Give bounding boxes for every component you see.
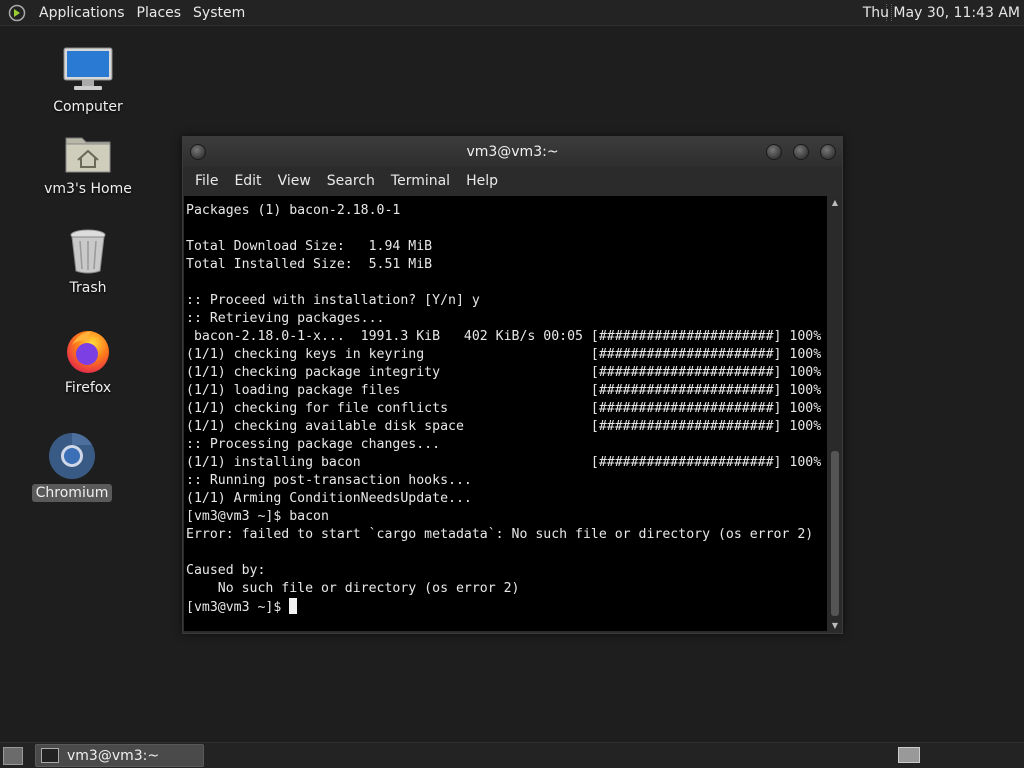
- desktop-icon-home[interactable]: vm3's Home: [33, 126, 143, 198]
- terminal-line: (1/1) checking for file conflicts [#####…: [186, 401, 822, 416]
- terminal-output[interactable]: Packages (1) bacon-2.18.0-1 Total Downlo…: [184, 196, 827, 631]
- text-cursor: [289, 598, 298, 614]
- window-titlebar[interactable]: vm3@vm3:~: [183, 137, 842, 167]
- terminal-line: (1/1) Arming ConditionNeedsUpdate...: [186, 491, 472, 506]
- menu-edit[interactable]: Edit: [226, 173, 269, 189]
- menu-view[interactable]: View: [270, 173, 319, 189]
- scroll-up-icon[interactable]: ▲: [829, 196, 841, 208]
- workspace-switcher[interactable]: [898, 747, 920, 763]
- show-desktop-icon[interactable]: [3, 747, 23, 765]
- desktop-icon-label: Chromium: [31, 484, 113, 502]
- firefox-icon: [60, 325, 116, 377]
- terminal-line: Total Installed Size: 5.51 MiB: [186, 257, 433, 272]
- top-panel: Applications Places System Thu May 30, 1…: [0, 0, 1024, 26]
- desktop-icon-trash[interactable]: Trash: [33, 225, 143, 297]
- menu-file[interactable]: File: [187, 173, 226, 189]
- terminal-line: No such file or directory (os error 2): [186, 581, 520, 596]
- desktop-icon-label: Computer: [53, 99, 123, 115]
- home-folder-icon: [60, 126, 116, 178]
- terminal-window[interactable]: vm3@vm3:~ File Edit View Search Terminal…: [182, 136, 843, 634]
- menu-help[interactable]: Help: [458, 173, 506, 189]
- terminal-prompt: [vm3@vm3 ~]$: [186, 600, 290, 615]
- distro-logo-icon[interactable]: [7, 3, 27, 23]
- clock[interactable]: Thu May 30, 11:43 AM: [863, 0, 1020, 25]
- terminal-line: [vm3@vm3 ~]$ bacon: [186, 509, 329, 524]
- terminal-icon: [41, 748, 59, 763]
- terminal-line: (1/1) checking keys in keyring [########…: [186, 347, 822, 362]
- window-menu-button[interactable]: [190, 144, 206, 160]
- bottom-panel: vm3@vm3:~: [0, 742, 1024, 768]
- terminal-line: Error: failed to start `cargo metadata`:…: [186, 527, 814, 542]
- terminal-line: :: Running post-transaction hooks...: [186, 473, 472, 488]
- desktop-icon-firefox[interactable]: Firefox: [33, 325, 143, 397]
- desktop-icon-computer[interactable]: Computer: [33, 44, 143, 116]
- menu-terminal[interactable]: Terminal: [383, 173, 458, 189]
- desktop-icon-label: vm3's Home: [44, 181, 132, 197]
- terminal-line: Caused by:: [186, 563, 266, 578]
- terminal-line: :: Retrieving packages...: [186, 311, 385, 326]
- terminal-line: :: Proceed with installation? [Y/n] y: [186, 293, 480, 308]
- terminal-line: (1/1) checking package integrity [######…: [186, 365, 822, 380]
- terminal-menubar: File Edit View Search Terminal Help: [183, 167, 842, 195]
- terminal-line: (1/1) loading package files [###########…: [186, 383, 822, 398]
- window-title: vm3@vm3:~: [466, 144, 559, 160]
- terminal-line: (1/1) checking available disk space [###…: [186, 419, 822, 434]
- terminal-line: :: Processing package changes...: [186, 437, 441, 452]
- terminal-line: (1/1) installing bacon [################…: [186, 455, 822, 470]
- scrollbar-thumb[interactable]: [831, 451, 839, 616]
- desktop-icon-chromium[interactable]: Chromium: [17, 430, 127, 502]
- taskbar-window-label: vm3@vm3:~: [67, 747, 160, 764]
- minimize-button[interactable]: [766, 144, 782, 160]
- trash-icon: [60, 225, 116, 277]
- desktop-icon-label: Trash: [69, 280, 107, 296]
- chromium-icon: [44, 430, 100, 482]
- computer-icon: [60, 44, 116, 96]
- terminal-line: Packages (1) bacon-2.18.0-1: [186, 203, 401, 218]
- terminal-line: bacon-2.18.0-1-x... 1991.3 KiB 402 KiB/s…: [186, 329, 822, 344]
- scroll-down-icon[interactable]: ▼: [829, 619, 841, 631]
- menu-places[interactable]: Places: [131, 5, 188, 21]
- terminal-scrollbar[interactable]: ▲ ▼: [829, 196, 841, 631]
- desktop-icon-label: Firefox: [64, 380, 112, 396]
- menu-system[interactable]: System: [187, 5, 251, 21]
- close-button[interactable]: [820, 144, 836, 160]
- terminal-text: Packages (1) bacon-2.18.0-1 Total Downlo…: [184, 196, 827, 617]
- menu-applications[interactable]: Applications: [33, 5, 131, 21]
- taskbar-window-button[interactable]: vm3@vm3:~: [35, 744, 204, 767]
- maximize-button[interactable]: [793, 144, 809, 160]
- terminal-line: Total Download Size: 1.94 MiB: [186, 239, 433, 254]
- menu-search[interactable]: Search: [319, 173, 383, 189]
